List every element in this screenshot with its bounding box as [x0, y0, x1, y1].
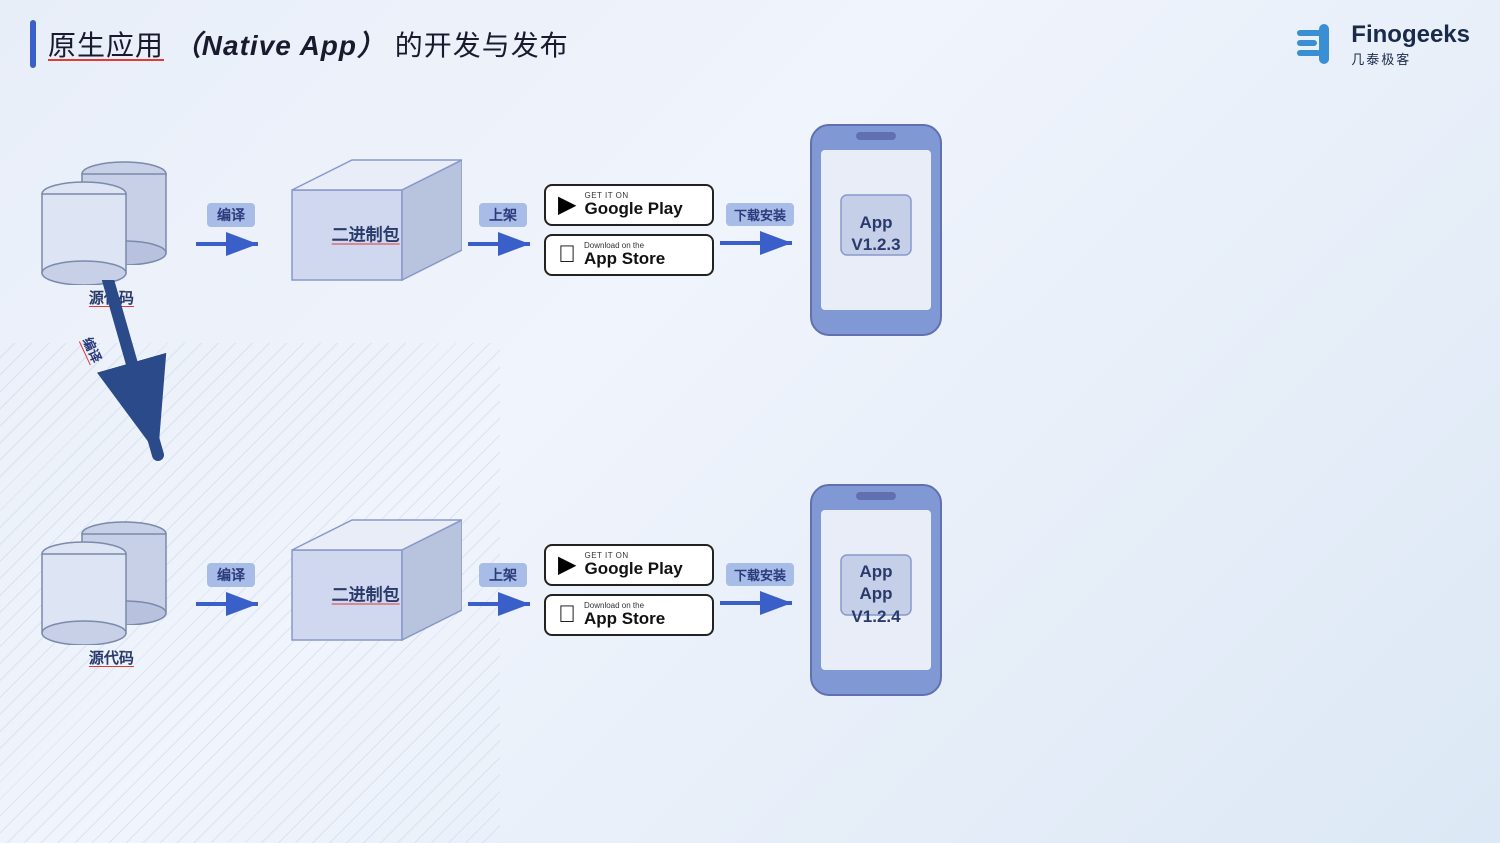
phone-1: AppV1.2.3	[806, 120, 946, 340]
app-store-btn-1[interactable]:  Download on the App Store	[544, 234, 714, 276]
publish-arrow-svg-2	[468, 590, 538, 618]
app-version-2: AppApp V1.2.4	[841, 561, 911, 627]
logo-text: Finogeeks 几泰极客	[1351, 21, 1470, 68]
cylinder-front-2	[40, 540, 128, 645]
binary-box-2: 二进制包	[272, 510, 462, 670]
app-store-btn-2[interactable]:  Download on the App Store	[544, 594, 714, 636]
publish-arrow-svg-1	[468, 230, 538, 258]
download-label-2: 下载安装	[726, 563, 794, 586]
phone-2: AppApp V1.2.4	[806, 480, 946, 700]
compile-label-1: 编译	[207, 203, 255, 227]
store-big-1: App Store	[584, 250, 665, 269]
publish-label-2: 上架	[479, 563, 527, 587]
compile-label-2: 编译	[207, 563, 255, 587]
source-code-group-2: 源代码	[40, 510, 190, 670]
row2: 源代码 编译 二进制包 上架	[40, 480, 946, 700]
play-icon-2: ▶	[558, 553, 576, 577]
binary-label-2: 二进制包	[332, 581, 400, 606]
play-icon-1: ▶	[558, 193, 576, 217]
download-arrow-svg-2	[720, 589, 800, 617]
app-version-text-2: App V1.2.4	[851, 584, 900, 625]
diagonal-arrow-svg	[88, 280, 208, 480]
publish-arrow-1: 上架	[468, 203, 538, 258]
compile-arrow-svg-2	[196, 590, 266, 618]
publish-arrow-2: 上架	[468, 563, 538, 618]
play-big-2: Google Play	[584, 560, 682, 579]
play-text-1: GET IT ON Google Play	[584, 191, 682, 219]
apple-icon-2: 	[558, 603, 576, 627]
app-version-1: AppV1.2.3	[851, 212, 900, 256]
title-area: 原生应用 （Native App） 的开发与发布	[30, 20, 569, 68]
store-text-1: Download on the App Store	[584, 241, 665, 269]
logo-area: Finogeeks 几泰极客	[1297, 21, 1470, 68]
compile-arrow-2: 编译	[196, 563, 266, 618]
google-play-btn-2[interactable]: ▶ GET IT ON Google Play	[544, 544, 714, 586]
download-arrow-2: 下载安装	[720, 563, 800, 617]
diagonal-arrow: 编译	[88, 280, 208, 485]
google-play-btn-1[interactable]: ▶ GET IT ON Google Play	[544, 184, 714, 226]
title-bar	[30, 20, 36, 68]
logo-sub: 几泰极客	[1351, 49, 1411, 68]
apple-icon-1: 	[558, 243, 576, 267]
title-suffix: 的开发与发布	[395, 30, 569, 61]
store-buttons-1: ▶ GET IT ON Google Play  Download on th…	[544, 184, 714, 275]
download-arrow-1: 下载安装	[720, 203, 800, 257]
play-text-2: GET IT ON Google Play	[584, 551, 682, 579]
header: 原生应用 （Native App） 的开发与发布 Finogeeks 几泰极客	[30, 20, 1470, 68]
cylinder-front-1	[40, 180, 128, 285]
download-arrow-svg-1	[720, 229, 800, 257]
store-big-2: App Store	[584, 610, 665, 629]
compile-arrow-1: 编译	[196, 203, 266, 258]
source-label-2: 源代码	[89, 647, 134, 668]
diagram: 源代码 编译 二进制包 上架	[30, 90, 1470, 823]
download-label-1: 下载安装	[726, 203, 794, 226]
logo-name: Finogeeks	[1351, 21, 1470, 49]
publish-label-1: 上架	[479, 203, 527, 227]
binary-label-1: 二进制包	[332, 221, 400, 246]
page-title: 原生应用 （Native App） 的开发与发布	[48, 24, 569, 64]
compile-arrow-svg-1	[196, 230, 266, 258]
binary-box-1: 二进制包	[272, 150, 462, 310]
store-text-2: Download on the App Store	[584, 601, 665, 629]
logo-icon	[1297, 24, 1341, 64]
title-prefix: 原生应用	[48, 30, 164, 61]
play-big-1: Google Play	[584, 200, 682, 219]
title-bold: （Native App）	[173, 30, 386, 61]
store-buttons-2: ▶ GET IT ON Google Play  Download on th…	[544, 544, 714, 635]
